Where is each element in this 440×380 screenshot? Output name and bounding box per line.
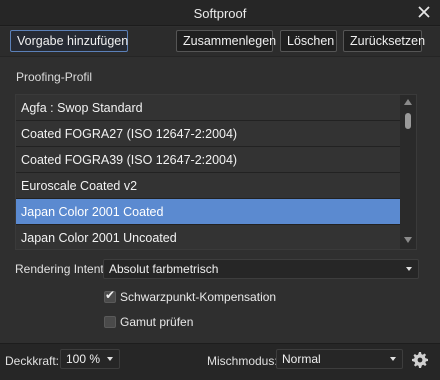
opacity-label: Deckkraft: <box>5 354 60 368</box>
preset-toolbar: Vorgabe hinzufügen Zusammenlegen Löschen… <box>0 27 440 57</box>
proofing-profile-list[interactable]: Agfa : Swop Standard Coated FOGRA27 (ISO… <box>15 94 417 250</box>
opacity-select[interactable]: 100 % <box>60 349 120 369</box>
add-preset-button[interactable]: Vorgabe hinzufügen <box>10 30 128 52</box>
arrow-down-icon[interactable] <box>404 237 412 243</box>
gear-icon[interactable] <box>412 352 428 368</box>
arrow-up-icon[interactable] <box>404 99 412 105</box>
opacity-value: 100 % <box>66 352 101 366</box>
chevron-down-icon <box>406 267 412 271</box>
checkbox-box[interactable] <box>104 316 116 328</box>
delete-button[interactable]: Löschen <box>280 30 337 52</box>
blend-mode-value: Normal <box>282 352 321 366</box>
list-item[interactable]: Agfa : Swop Standard <box>16 95 401 121</box>
chevron-down-icon <box>390 357 396 361</box>
softproof-panel: Softproof Vorgabe hinzufügen Zusammenleg… <box>0 0 440 380</box>
list-scrollbar[interactable] <box>400 95 416 249</box>
proofing-profile-label: Proofing-Profil <box>16 70 93 84</box>
blend-mode-select[interactable]: Normal <box>276 349 403 369</box>
gamut-label: Gamut prüfen <box>120 315 194 329</box>
close-icon[interactable] <box>416 4 432 20</box>
blend-mode-label: Mischmodus: <box>207 354 278 368</box>
list-item-selected[interactable]: Japan Color 2001 Coated <box>16 199 401 225</box>
rendering-intent-value: Absolut farbmetrisch <box>109 262 219 276</box>
merge-button[interactable]: Zusammenlegen <box>176 30 276 52</box>
bottom-bar: Deckkraft: 100 % Mischmodus: Normal <box>0 343 440 380</box>
rendering-intent-select[interactable]: Absolut farbmetrisch <box>103 259 419 279</box>
panel-title: Softproof <box>193 6 247 21</box>
list-item[interactable]: Coated FOGRA27 (ISO 12647-2:2004) <box>16 121 401 147</box>
list-item[interactable]: Euroscale Coated v2 <box>16 173 401 199</box>
checkmark-icon: ✔ <box>105 288 116 302</box>
rendering-intent-label: Rendering Intent: <box>15 262 108 276</box>
chevron-down-icon <box>107 357 113 361</box>
reset-button[interactable]: Zurücksetzen <box>343 30 425 52</box>
list-item[interactable]: Japan Color 2001 Uncoated <box>16 225 401 249</box>
title-bar: Softproof <box>0 0 440 26</box>
list-item[interactable]: Coated FOGRA39 (ISO 12647-2:2004) <box>16 147 401 173</box>
black-point-label: Schwarzpunkt-Kompensation <box>120 290 277 304</box>
scroll-thumb[interactable] <box>405 113 411 129</box>
